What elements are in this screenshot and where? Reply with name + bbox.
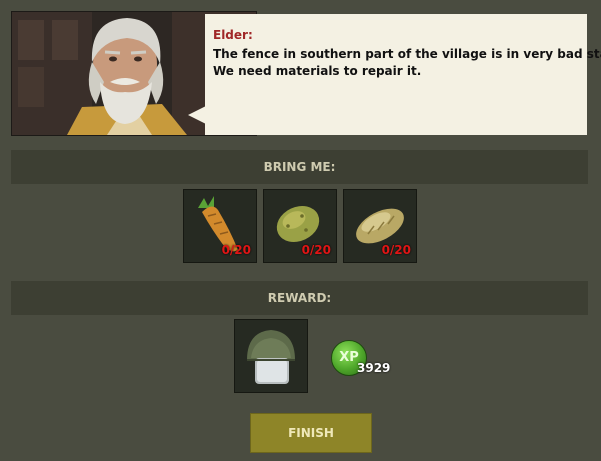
xp-value: 3929 xyxy=(357,361,391,375)
required-item-slot[interactable]: 0/20 xyxy=(343,189,417,263)
dialog-panel: Elder: The fence in southern part of the… xyxy=(0,0,601,148)
speech-bubble: Elder: The fence in southern part of the… xyxy=(205,14,601,135)
dialog-line: The fence in southern part of the villag… xyxy=(213,47,601,61)
reward-header: REWARD: xyxy=(11,281,588,315)
speaker-name: Elder: xyxy=(213,28,253,42)
finish-button[interactable]: FINISH xyxy=(250,413,372,453)
reward-item-slot[interactable] xyxy=(234,319,308,393)
required-item-slot[interactable]: 0/20 xyxy=(183,189,257,263)
bring-me-header: BRING ME: xyxy=(11,150,588,184)
item-count: 0/20 xyxy=(221,243,251,257)
item-count: 0/20 xyxy=(381,243,411,257)
military-helmet-icon xyxy=(247,330,295,384)
dialog-line: We need materials to repair it. xyxy=(213,64,422,78)
item-count: 0/20 xyxy=(301,243,331,257)
required-item-slot[interactable]: 0/20 xyxy=(263,189,337,263)
speech-tail xyxy=(188,106,206,124)
